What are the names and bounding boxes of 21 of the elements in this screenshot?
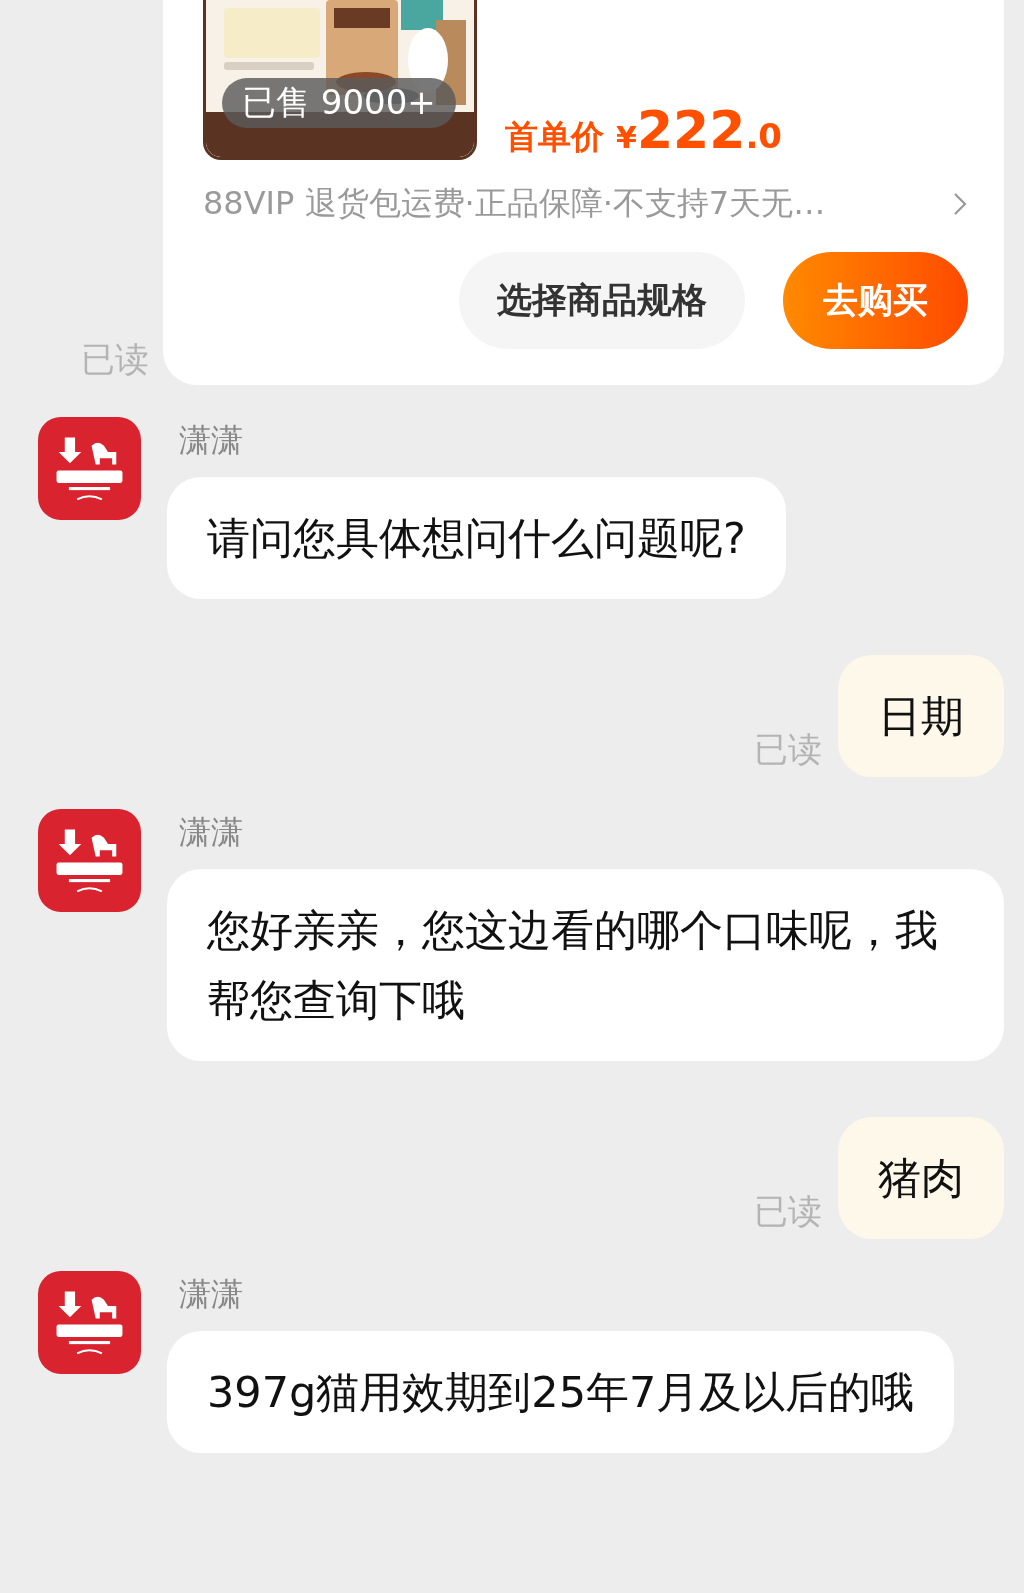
shop-avatar-icon [38, 417, 141, 520]
read-status: 已读 [81, 338, 149, 381]
sender-name: 潇潇 [179, 1274, 243, 1315]
chevron-right-icon [952, 192, 968, 216]
read-status: 已读 [754, 728, 822, 771]
buy-button[interactable]: 去购买 [783, 252, 968, 349]
select-spec-button[interactable]: 选择商品规格 [459, 252, 745, 349]
shop-avatar-icon [38, 809, 141, 912]
sender-name: 潇潇 [179, 812, 243, 853]
sold-count-badge: 已售 9000+ [222, 78, 456, 128]
message-bubble: 397g猫用效期到25年7月及以后的哦 [167, 1331, 955, 1453]
message-bubble: 您好亲亲，您这边看的哪个口味呢，我帮您查询下哦 [167, 869, 1004, 1061]
price: 首单价 ¥222.0 [505, 100, 782, 160]
service-info: 88VIP 退货包运费·正品保障·不支持7天无… [203, 183, 826, 224]
shop-avatar-icon [38, 1271, 141, 1374]
sender-name: 潇潇 [179, 420, 243, 461]
message-bubble: 猪肉 [838, 1117, 1004, 1239]
message-bubble: 请问您具体想问什么问题呢? [167, 477, 786, 599]
product-image-frame[interactable]: 已售 9000+ [203, 0, 477, 160]
message-bubble: 日期 [838, 655, 1004, 777]
read-status: 已读 [754, 1190, 822, 1233]
